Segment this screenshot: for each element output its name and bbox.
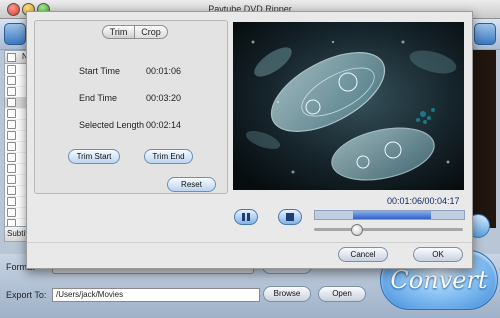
stop-button[interactable] [278, 209, 302, 225]
file-row-checkbox[interactable] [7, 109, 16, 118]
reset-button[interactable]: Reset [167, 177, 216, 192]
trim-start-button[interactable]: Trim Start [68, 149, 120, 164]
start-time-value: 00:01:06 [146, 66, 182, 76]
selected-range-fill [353, 211, 431, 219]
file-row-checkbox[interactable] [7, 120, 16, 129]
pause-icon [242, 213, 250, 221]
start-time-label: Start Time [79, 66, 121, 76]
export-label: Export To: [6, 290, 47, 300]
file-row-checkbox[interactable] [7, 208, 16, 217]
file-row-checkbox[interactable] [7, 76, 16, 85]
browse-button[interactable]: Browse [263, 286, 311, 302]
toolbar-button-right[interactable] [474, 23, 496, 45]
trim-panel: Trim Crop Start Time 00:01:06 End Time 0… [34, 20, 228, 194]
file-row-checkbox[interactable] [7, 164, 16, 173]
file-row-checkbox[interactable] [7, 142, 16, 151]
dialog-separator [27, 242, 472, 243]
pause-button[interactable] [234, 209, 258, 225]
video-frame-image [233, 22, 464, 190]
volume-slider[interactable] [314, 224, 463, 236]
trim-crop-dialog: Trim Crop Start Time 00:01:06 End Time 0… [26, 11, 473, 269]
file-row-checkbox[interactable] [7, 175, 16, 184]
tab-crop[interactable]: Crop [134, 25, 168, 39]
end-time-value: 00:03:20 [146, 93, 182, 103]
stop-icon [286, 213, 294, 221]
cancel-button[interactable]: Cancel [338, 247, 388, 262]
file-row-checkbox[interactable] [7, 131, 16, 140]
file-row-checkbox[interactable] [7, 65, 16, 74]
selected-length-value: 00:02:14 [146, 120, 182, 130]
window-close-button[interactable] [7, 3, 20, 16]
select-all-checkbox[interactable] [7, 53, 16, 62]
end-time-label: End Time [79, 93, 118, 103]
file-row-checkbox[interactable] [7, 98, 16, 107]
selected-length-label: Selected Length [79, 120, 145, 130]
ok-button[interactable]: OK [413, 247, 463, 262]
tab-trim[interactable]: Trim [102, 25, 135, 39]
selection-range-bar[interactable] [314, 210, 465, 220]
file-row-checkbox[interactable] [7, 153, 16, 162]
preview-edge [470, 50, 496, 228]
file-row-checkbox[interactable] [7, 87, 16, 96]
playback-time: 00:01:06/00:04:17 [387, 196, 460, 206]
export-path-input[interactable]: /Users/jack/Movies [52, 288, 260, 302]
trim-end-button[interactable]: Trim End [144, 149, 193, 164]
file-row-checkbox[interactable] [7, 197, 16, 206]
video-preview [233, 22, 464, 190]
volume-slider-knob[interactable] [350, 224, 363, 236]
load-disc-button[interactable] [4, 23, 26, 45]
file-row-checkbox[interactable] [7, 186, 16, 195]
open-button[interactable]: Open [318, 286, 366, 302]
